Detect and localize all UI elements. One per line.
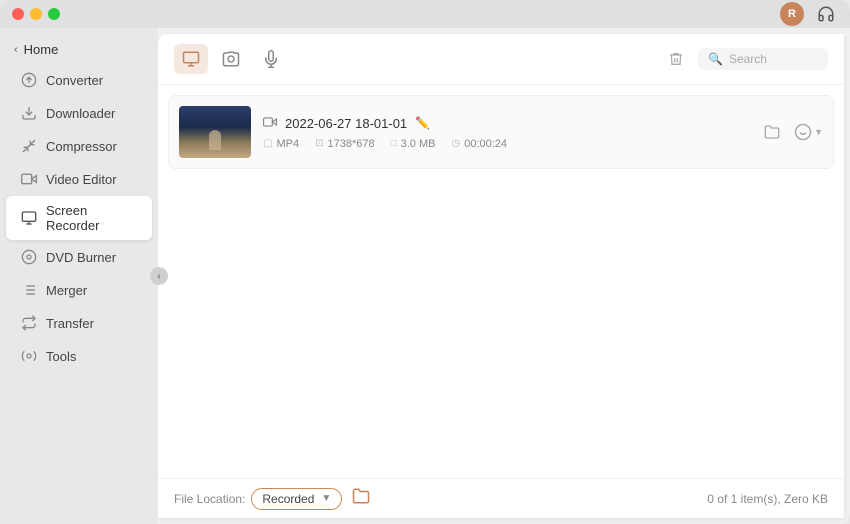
- sidebar-item-converter[interactable]: Converter: [6, 64, 152, 96]
- maximize-button[interactable]: [48, 8, 60, 20]
- title-bar-icons: R: [780, 2, 838, 26]
- sidebar-collapse-button[interactable]: ‹: [150, 267, 168, 285]
- tab-video[interactable]: [174, 44, 208, 74]
- resolution-icon: ⊡: [315, 138, 323, 149]
- file-name: 2022-06-27 18-01-01: [285, 116, 407, 131]
- convert-button[interactable]: ▼: [794, 123, 823, 141]
- video-file-icon: [263, 115, 277, 132]
- file-size: □ 3.0 MB: [391, 138, 436, 150]
- search-icon: 🔍: [708, 52, 723, 66]
- sidebar-item-transfer[interactable]: Transfer: [6, 307, 152, 339]
- sidebar-item-compressor[interactable]: Compressor: [6, 130, 152, 162]
- file-location-select[interactable]: Recorded: [262, 492, 315, 506]
- sidebar-item-downloader[interactable]: Downloader: [6, 97, 152, 129]
- sidebar-item-video-editor[interactable]: Video Editor: [6, 163, 152, 195]
- downloader-icon: [20, 104, 38, 122]
- sidebar-item-dvd-burner[interactable]: DVD Burner: [6, 241, 152, 273]
- title-bar: R: [0, 0, 850, 28]
- file-duration: ◷ 00:00:24: [451, 138, 507, 150]
- size-icon: □: [391, 138, 397, 149]
- thumbnail-figure: [209, 130, 221, 150]
- traffic-lights: [12, 8, 60, 20]
- duration-icon: ◷: [451, 138, 460, 149]
- file-item: 2022-06-27 18-01-01 ✏️ ▢ MP4 ⊡ 1738*678: [168, 95, 834, 169]
- footer: File Location: Recorded ▼ 0 of 1 item: [158, 478, 844, 518]
- file-location: File Location: Recorded ▼: [174, 487, 370, 510]
- transfer-icon: [20, 314, 38, 332]
- file-info: 2022-06-27 18-01-01 ✏️ ▢ MP4 ⊡ 1738*678: [251, 115, 758, 150]
- open-folder-button[interactable]: [758, 118, 786, 146]
- user-avatar[interactable]: R: [780, 2, 804, 26]
- footer-status: 0 of 1 item(s), Zero KB: [707, 492, 828, 506]
- converter-icon: [20, 71, 38, 89]
- merger-icon: [20, 281, 38, 299]
- app-window: R ‹ Home: [0, 0, 850, 524]
- search-box[interactable]: 🔍: [698, 48, 828, 70]
- thumbnail-inner: [179, 106, 251, 158]
- file-location-folder-icon[interactable]: [352, 487, 370, 510]
- main-layout: ‹ Home Converter: [0, 28, 850, 524]
- home-nav-item[interactable]: ‹ Home: [0, 36, 158, 63]
- convert-dropdown-icon: ▼: [814, 127, 823, 137]
- minimize-button[interactable]: [30, 8, 42, 20]
- file-location-label: File Location:: [174, 492, 245, 506]
- file-actions: ▼: [758, 118, 823, 146]
- delete-button[interactable]: [660, 44, 692, 74]
- screen-recorder-icon: [20, 209, 38, 227]
- video-editor-icon: [20, 170, 38, 188]
- content-area: 🔍: [158, 34, 844, 518]
- file-meta: ▢ MP4 ⊡ 1738*678 □ 3.0 MB: [263, 138, 746, 150]
- edit-icon[interactable]: ✏️: [415, 116, 430, 130]
- file-location-chevron-icon: ▼: [321, 493, 331, 504]
- tab-microphone[interactable]: [254, 44, 288, 74]
- home-arrow-icon: ‹: [14, 44, 18, 56]
- sidebar-item-tools[interactable]: Tools: [6, 340, 152, 372]
- format-icon: ▢: [263, 138, 272, 149]
- sidebar-item-merger[interactable]: Merger: [6, 274, 152, 306]
- sidebar: ‹ Home Converter: [0, 28, 158, 524]
- tab-camera[interactable]: [214, 44, 248, 74]
- tools-icon: [20, 347, 38, 365]
- search-input[interactable]: [729, 52, 819, 66]
- file-name-row: 2022-06-27 18-01-01 ✏️: [263, 115, 746, 132]
- compressor-icon: [20, 137, 38, 155]
- dvd-burner-icon: [20, 248, 38, 266]
- toolbar: 🔍: [158, 34, 844, 85]
- file-thumbnail: [179, 106, 251, 158]
- file-resolution: ⊡ 1738*678: [315, 138, 375, 150]
- file-location-select-wrap[interactable]: Recorded ▼: [251, 488, 342, 510]
- close-button[interactable]: [12, 8, 24, 20]
- sidebar-item-screen-recorder[interactable]: Screen Recorder: [6, 196, 152, 240]
- headset-icon[interactable]: [814, 2, 838, 26]
- file-format: ▢ MP4: [263, 138, 299, 150]
- file-list: 2022-06-27 18-01-01 ✏️ ▢ MP4 ⊡ 1738*678: [158, 85, 844, 478]
